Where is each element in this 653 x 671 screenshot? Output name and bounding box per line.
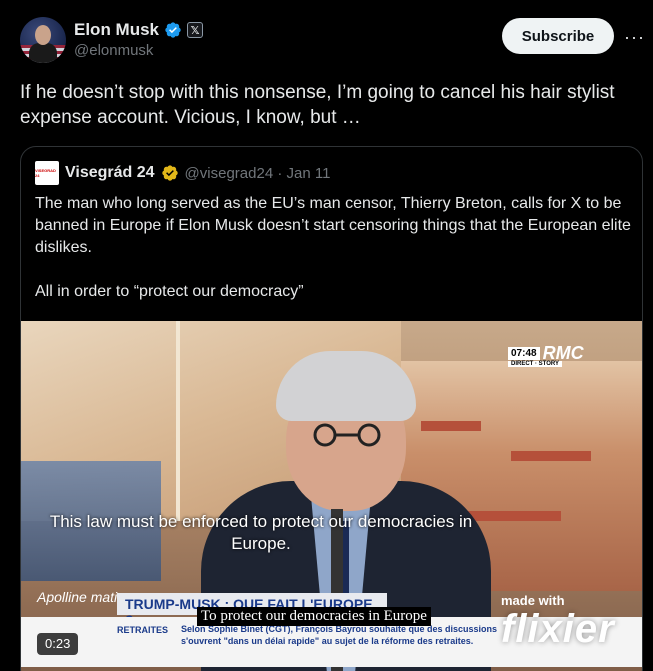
quoted-author-name: Visegrád 24	[65, 164, 155, 181]
watermark-brand: flixier	[501, 607, 615, 651]
ticker-label: RETRAITES	[117, 625, 169, 635]
verified-badge-icon	[165, 22, 181, 38]
author-info: Elon Musk 𝕏 @elonmusk	[74, 20, 204, 59]
quoted-paragraph-1: The man who long served as the EU’s man …	[35, 195, 631, 256]
quoted-author-handle-date: @visegrad24 · Jan 11	[184, 164, 331, 182]
quoted-post-text: The man who long served as the EU’s man …	[35, 193, 635, 303]
speaker-glasses	[313, 423, 381, 447]
video-player[interactable]: 07:48 RMC DIRECT · STORY This law must b…	[21, 321, 642, 671]
quoted-post[interactable]: VISEGRAD 24 Visegrád 24 @visegrad24 · Ja…	[20, 146, 643, 671]
video-subtitle: This law must be enforced to protect our…	[49, 512, 473, 553]
quoted-post-header: VISEGRAD 24 Visegrád 24 @visegrad24 · Ja…	[35, 161, 330, 185]
subscribe-button[interactable]: Subscribe	[502, 18, 614, 54]
avatar-suit	[29, 43, 57, 63]
avatar-face	[35, 25, 51, 45]
video-timecode: 0:23	[37, 633, 79, 655]
speaker-hair	[276, 351, 416, 421]
burned-caption: To protect our democracies in Europe	[197, 607, 431, 626]
watermark-made-with: made with	[501, 593, 565, 608]
rmc-time: 07:48	[508, 347, 540, 360]
post-text: If he doesn’t stop with this nonsense, I…	[20, 82, 615, 128]
post-header: Elon Musk 𝕏 @elonmusk Subscribe ···	[20, 15, 644, 65]
quoted-avatar-logo-text: VISEGRAD 24	[35, 168, 56, 178]
gold-verified-badge-icon	[161, 165, 178, 181]
show-name: Apolline matin	[37, 589, 125, 605]
quoted-paragraph-2: All in order to “protect our democracy”	[35, 283, 304, 300]
ticker-text: Selon Sophie Binet (CGT), François Bayro…	[181, 624, 498, 646]
author-display-name[interactable]: Elon Musk	[74, 20, 159, 40]
quoted-author-avatar: VISEGRAD 24	[35, 161, 59, 185]
author-handle[interactable]: @elonmusk	[74, 42, 203, 59]
author-avatar[interactable]	[20, 17, 66, 63]
more-options-icon[interactable]: ···	[624, 27, 645, 48]
x-affiliation-icon: 𝕏	[187, 22, 204, 38]
rmc-subtitle: DIRECT · STORY	[508, 361, 563, 367]
